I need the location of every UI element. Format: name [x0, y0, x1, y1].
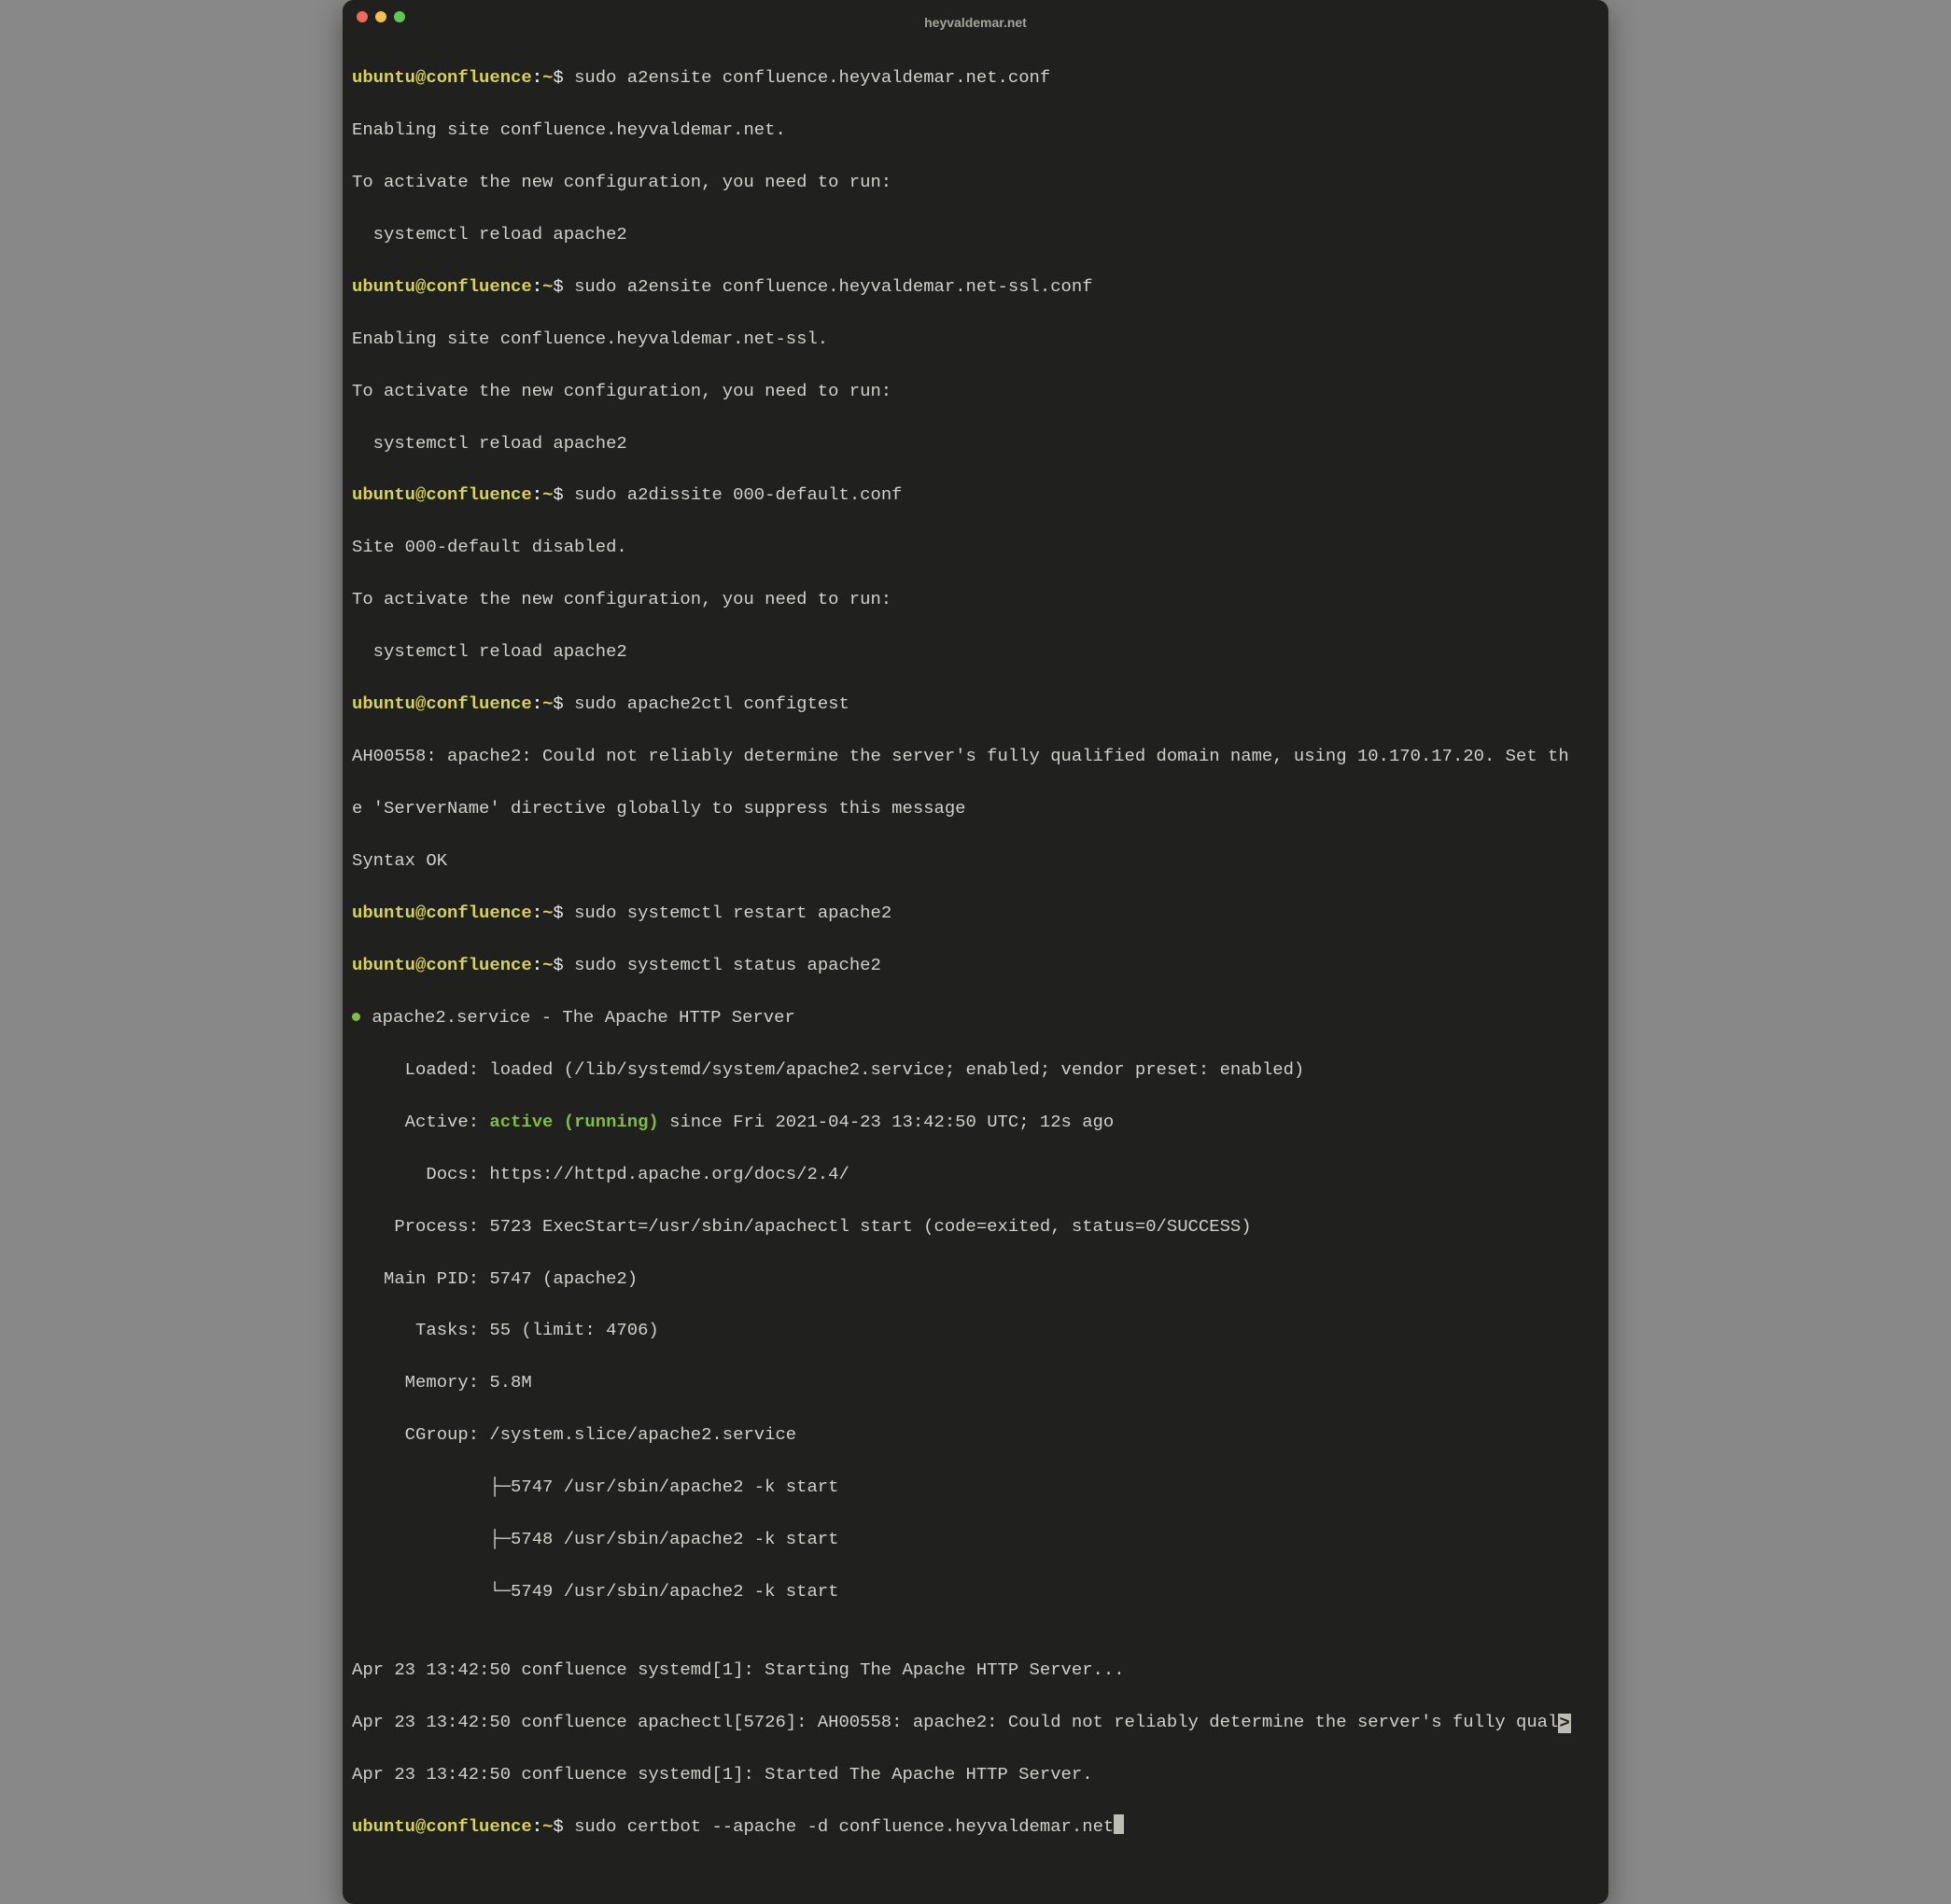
output-line: Active: active (running) since Fri 2021-…: [352, 1110, 1599, 1136]
terminal-window: heyvaldemar.net ubuntu@confluence:~$ sud…: [343, 0, 1608, 1904]
prompt-path: ~: [542, 67, 553, 88]
prompt-user: ubuntu@confluence: [352, 484, 532, 505]
titlebar: heyvaldemar.net: [343, 0, 1608, 32]
command-text: sudo systemctl status apache2: [574, 955, 881, 975]
command-text: [564, 955, 574, 975]
prompt-user: ubuntu@confluence: [352, 67, 532, 88]
prompt-separator: :: [532, 955, 542, 975]
output-line: Tasks: 55 (limit: 4706): [352, 1318, 1599, 1344]
prompt-user: ubuntu@confluence: [352, 1816, 532, 1837]
output-line: Enabling site confluence.heyvaldemar.net…: [352, 327, 1599, 353]
command-text: sudo a2ensite confluence.heyvaldemar.net…: [574, 67, 1050, 88]
prompt-path: ~: [542, 903, 553, 923]
output-line: Site 000-default disabled.: [352, 535, 1599, 561]
output-line: To activate the new configuration, you n…: [352, 379, 1599, 405]
command-text: [564, 276, 574, 297]
output-line: ├─5748 /usr/sbin/apache2 -k start: [352, 1527, 1599, 1553]
command-text: sudo a2dissite 000-default.conf: [574, 484, 902, 505]
status-dot-icon: [352, 1013, 360, 1021]
prompt-user: ubuntu@confluence: [352, 693, 532, 714]
prompt-dollar: $: [553, 1816, 563, 1837]
service-header: apache2.service - The Apache HTTP Server: [352, 1005, 1599, 1031]
output-line: systemctl reload apache2: [352, 431, 1599, 457]
prompt-path: ~: [542, 1816, 553, 1837]
output-line: systemctl reload apache2: [352, 639, 1599, 665]
prompt-dollar: $: [553, 276, 563, 297]
prompt-path: ~: [542, 484, 553, 505]
output-line: Memory: 5.8M: [352, 1370, 1599, 1396]
prompt-path: ~: [542, 276, 553, 297]
output-line: ├─5747 /usr/sbin/apache2 -k start: [352, 1475, 1599, 1501]
prompt-separator: :: [532, 903, 542, 923]
output-line: Process: 5723 ExecStart=/usr/sbin/apache…: [352, 1214, 1599, 1240]
command-text: [564, 1816, 574, 1837]
prompt-dollar: $: [553, 484, 563, 505]
prompt-line: ubuntu@confluence:~$ sudo certbot --apac…: [352, 1814, 1599, 1841]
prompt-line: ubuntu@confluence:~$ sudo a2ensite confl…: [352, 274, 1599, 301]
prompt-dollar: $: [553, 955, 563, 975]
prompt-user: ubuntu@confluence: [352, 955, 532, 975]
command-text: sudo a2ensite confluence.heyvaldemar.net…: [574, 276, 1092, 297]
truncation-indicator-icon: >: [1558, 1714, 1570, 1733]
output-line: Apr 23 13:42:50 confluence systemd[1]: S…: [352, 1762, 1599, 1788]
command-text: [564, 484, 574, 505]
output-line: Apr 23 13:42:50 confluence apachectl[572…: [352, 1710, 1599, 1736]
prompt-dollar: $: [553, 67, 563, 88]
command-text: [564, 67, 574, 88]
command-input[interactable]: sudo certbot --apache -d confluence.heyv…: [574, 1816, 1114, 1837]
output-line: e 'ServerName' directive globally to sup…: [352, 796, 1599, 822]
command-text: sudo apache2ctl configtest: [574, 693, 849, 714]
active-tail: since Fri 2021-04-23 13:42:50 UTC; 12s a…: [659, 1112, 1114, 1132]
active-status: active (running): [489, 1112, 658, 1132]
prompt-dollar: $: [553, 693, 563, 714]
log-line: Apr 23 13:42:50 confluence apachectl[572…: [352, 1712, 1558, 1732]
service-title: apache2.service - The Apache HTTP Server: [361, 1007, 795, 1028]
prompt-user: ubuntu@confluence: [352, 276, 532, 297]
output-line: systemctl reload apache2: [352, 222, 1599, 248]
output-line: Apr 23 13:42:50 confluence systemd[1]: S…: [352, 1658, 1599, 1684]
terminal-viewport[interactable]: ubuntu@confluence:~$ sudo a2ensite confl…: [343, 32, 1608, 1904]
command-text: [564, 693, 574, 714]
output-line: Syntax OK: [352, 848, 1599, 875]
prompt-separator: :: [532, 1816, 542, 1837]
active-label: Active:: [352, 1112, 489, 1132]
prompt-separator: :: [532, 693, 542, 714]
prompt-user: ubuntu@confluence: [352, 903, 532, 923]
output-line: To activate the new configuration, you n…: [352, 170, 1599, 196]
output-line: Main PID: 5747 (apache2): [352, 1267, 1599, 1293]
command-text: [564, 903, 574, 923]
output-line: To activate the new configuration, you n…: [352, 587, 1599, 613]
prompt-line: ubuntu@confluence:~$ sudo a2ensite confl…: [352, 65, 1599, 91]
prompt-line: ubuntu@confluence:~$ sudo systemctl stat…: [352, 953, 1599, 979]
output-line: Loaded: loaded (/lib/systemd/system/apac…: [352, 1057, 1599, 1084]
prompt-separator: :: [532, 67, 542, 88]
output-line: └─5749 /usr/sbin/apache2 -k start: [352, 1579, 1599, 1605]
output-line: Enabling site confluence.heyvaldemar.net…: [352, 118, 1599, 144]
prompt-dollar: $: [553, 903, 563, 923]
output-line: CGroup: /system.slice/apache2.service: [352, 1422, 1599, 1449]
cursor-icon: [1114, 1814, 1123, 1834]
output-line: AH00558: apache2: Could not reliably det…: [352, 744, 1599, 770]
command-text: sudo systemctl restart apache2: [574, 903, 891, 923]
prompt-path: ~: [542, 693, 553, 714]
prompt-separator: :: [532, 484, 542, 505]
prompt-line: ubuntu@confluence:~$ sudo a2dissite 000-…: [352, 483, 1599, 509]
prompt-path: ~: [542, 955, 553, 975]
output-line: Docs: https://httpd.apache.org/docs/2.4/: [352, 1162, 1599, 1188]
window-title: heyvaldemar.net: [343, 13, 1608, 33]
prompt-line: ubuntu@confluence:~$ sudo apache2ctl con…: [352, 692, 1599, 718]
prompt-separator: :: [532, 276, 542, 297]
prompt-line: ubuntu@confluence:~$ sudo systemctl rest…: [352, 901, 1599, 927]
